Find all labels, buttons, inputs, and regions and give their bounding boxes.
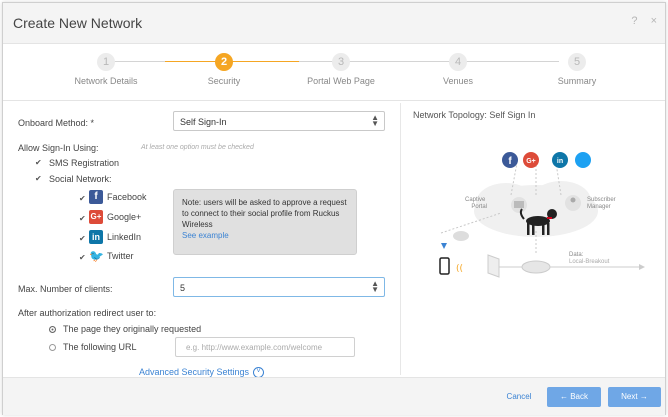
step-number: 1 — [97, 53, 115, 71]
create-network-dialog: Create New Network ? × 1 Network Details… — [2, 2, 666, 415]
subscriber-manager-icon — [565, 195, 581, 211]
radio-following-url[interactable] — [49, 344, 56, 351]
wifi-signal-icon: (( — [456, 264, 463, 274]
user-head — [570, 197, 576, 203]
step-label: Venues — [442, 76, 474, 86]
step-number: 3 — [332, 53, 350, 71]
step-label: Portal Web Page — [307, 76, 375, 86]
radio-original-page[interactable] — [49, 326, 56, 333]
step-portal-web-page[interactable]: 3 Portal Web Page — [286, 44, 396, 86]
social-note: Note: users will be asked to approve a r… — [173, 189, 357, 255]
linkedin-icon: in — [89, 230, 103, 244]
step-label: Security — [207, 76, 241, 86]
local-breakout-label: Local-Breakout — [569, 259, 610, 265]
linkedin-label: LinkedIn — [107, 232, 142, 242]
panel-divider — [400, 103, 401, 375]
url-placeholder: e.g. http://www.example.com/welcome — [186, 343, 323, 352]
max-clients-value: 5 — [180, 283, 186, 293]
select-arrows-icon: ▲ ▼ — [371, 279, 379, 294]
captive-line-1: Captive — [465, 197, 486, 203]
advanced-label: Advanced Security Settings — [139, 367, 250, 377]
onboard-method-label: Onboard Method: * — [18, 118, 95, 128]
note-text: Note: users will be asked to approve a r… — [182, 198, 347, 229]
google-checkbox[interactable]: ✔ — [79, 215, 87, 223]
allow-signin-hint: At least one option must be checked — [141, 144, 254, 151]
close-icon[interactable]: × — [651, 15, 657, 27]
twitter-icon: 🐦 — [89, 249, 104, 263]
social-checkbox[interactable]: ✔ — [35, 175, 43, 183]
twitter-checkbox[interactable]: ✔ — [79, 254, 87, 262]
phone-icon — [439, 257, 450, 275]
dialog-title: Create New Network — [13, 15, 143, 31]
step-number: 4 — [449, 53, 467, 71]
google-glyph: G+ — [526, 158, 536, 165]
step-venues[interactable]: 4 Venues — [403, 44, 513, 86]
wizard-steps: 1 Network Details 2 Security 3 Portal We… — [3, 44, 665, 101]
redirect-url-input[interactable]: e.g. http://www.example.com/welcome — [175, 337, 355, 357]
next-button[interactable]: Next → — [608, 387, 661, 407]
social-label: Social Network: — [49, 174, 112, 184]
speech-bubble-icon — [453, 231, 469, 241]
sms-label: SMS Registration — [49, 158, 120, 168]
step-network-details[interactable]: 1 Network Details — [51, 44, 161, 86]
step-label: Summary — [557, 76, 597, 86]
subscriber-manager-label: Subscriber Manager — [587, 197, 617, 210]
dialog-footer: Cancel ← Back Next → — [3, 377, 665, 415]
network-topology-diagram: f G+ in Captive Portal Subscriber Manage… — [439, 152, 645, 278]
allow-signin-label: Allow Sign-In Using: — [18, 143, 99, 153]
captive-line-2: Portal — [471, 204, 487, 210]
see-example-link[interactable]: See example — [182, 230, 348, 241]
linkedin-checkbox[interactable]: ✔ — [79, 235, 87, 243]
original-page-label: The page they originally requested — [63, 324, 202, 334]
dialog-titlebar: Create New Network ? × — [3, 3, 665, 44]
twitter-label: Twitter — [107, 251, 134, 261]
step-label: Network Details — [74, 76, 138, 86]
captive-portal-label: Captive Portal — [465, 197, 487, 210]
sms-checkbox[interactable]: ✔ — [35, 159, 43, 167]
google-plus-icon: G+ — [89, 210, 103, 224]
redirect-label: After authorization redirect user to: — [18, 308, 157, 318]
help-icon[interactable]: ? — [631, 15, 637, 27]
subscriber-line-1: Subscriber — [587, 197, 616, 203]
facebook-icon: f — [89, 190, 103, 204]
topology-title: Network Topology: Self Sign In — [413, 110, 536, 120]
linkedin-glyph: in — [557, 158, 563, 165]
arrow-right-icon — [639, 264, 645, 270]
max-clients-label: Max. Number of clients: — [18, 284, 113, 294]
onboard-method-value: Self Sign-In — [180, 117, 227, 127]
step-summary[interactable]: 5 Summary — [522, 44, 632, 86]
data-label: Data: — [569, 252, 584, 258]
facebook-label: Facebook — [107, 192, 147, 202]
select-arrows-icon: ▲ ▼ — [371, 113, 379, 128]
back-button[interactable]: ← Back — [547, 387, 601, 407]
facebook-checkbox[interactable]: ✔ — [79, 195, 87, 203]
security-form: Onboard Method: * Self Sign-In ▲ ▼ Allow … — [3, 101, 389, 379]
google-label: Google+ — [107, 212, 142, 222]
step-number: 5 — [568, 53, 586, 71]
monitor-screen — [514, 201, 524, 208]
arrow-down-icon — [441, 243, 447, 249]
router-icon — [521, 260, 551, 274]
step-number: 2 — [215, 53, 233, 71]
max-clients-select[interactable]: 5 ▲ ▼ — [173, 277, 385, 297]
cancel-button[interactable]: Cancel — [499, 387, 539, 407]
access-point-icon — [487, 254, 500, 278]
twitter-icon — [575, 152, 591, 168]
subscriber-line-2: Manager — [587, 204, 611, 210]
following-url-label: The following URL — [63, 342, 137, 352]
onboard-method-select[interactable]: Self Sign-In ▲ ▼ — [173, 111, 385, 131]
step-security[interactable]: 2 Security — [169, 44, 279, 86]
